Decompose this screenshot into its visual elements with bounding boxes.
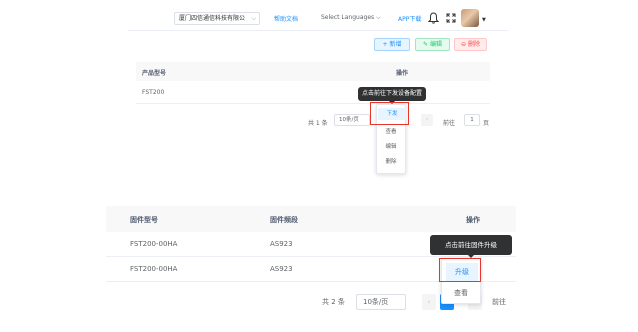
column-header-model: 产品型号 (142, 70, 167, 77)
delete-button[interactable]: ⊖ 删除 (454, 38, 487, 51)
cell-model: FST200 (142, 89, 165, 96)
table-row[interactable]: FST200 (136, 83, 490, 104)
column-header-actions: 操作 (396, 70, 409, 77)
pagination-total: 共 2 条 (322, 298, 345, 306)
chevron-down-icon: ⌵ (251, 15, 256, 22)
product-table-header: 产品型号 操作 (136, 62, 490, 81)
language-label: Select Languages (321, 14, 375, 21)
upgrade-tooltip: 点击前往固件升级 (430, 235, 512, 258)
language-select[interactable]: Select Languages ⌵ (321, 14, 381, 22)
column-header-actions: 操作 (466, 216, 480, 224)
avatar[interactable] (461, 9, 479, 27)
prev-page-button[interactable]: ‹ (422, 294, 436, 310)
menu-item-delete[interactable]: 删除 (377, 157, 405, 165)
cell-firmware-band: AS923 (270, 265, 293, 273)
company-select-value: 厦门四信通信科技有限公 (179, 15, 246, 22)
firmware-table-header: 固件型号 固件频段 操作 (106, 206, 516, 232)
top-header: 厦门四信通信科技有限公 ⌵ 帮助文档 Select Languages ⌵ AP… (128, 8, 508, 30)
company-select[interactable]: 厦门四信通信科技有限公 ⌵ (174, 12, 260, 25)
menu-item-view[interactable]: 查看 (377, 127, 405, 135)
next-page-button[interactable]: › (421, 114, 433, 126)
goto-label: 前往 (443, 120, 456, 127)
add-button[interactable]: + 新增 (374, 38, 410, 51)
page-size-select[interactable]: 10条/页 (334, 114, 370, 126)
page-size-value: 10条/页 (339, 117, 359, 123)
tooltip-text: 点击前往下发设备配置 (361, 90, 422, 97)
app-download-link[interactable]: APP下载 (398, 14, 421, 23)
page-size-select[interactable]: 10条/页 (356, 294, 406, 310)
menu-item-view[interactable]: 查看 (442, 288, 480, 298)
highlight-box (439, 258, 481, 282)
firmware-panel: 固件型号 固件频段 操作 FST200-00HA AS923 FST200-00… (106, 206, 516, 332)
cell-firmware-band: AS923 (270, 240, 293, 248)
menu-item-edit[interactable]: 编辑 (377, 142, 405, 150)
cell-firmware-model: FST200-00HA (130, 265, 178, 273)
column-header-firmware-model: 固件型号 (130, 216, 158, 224)
chevron-down-icon: ⌵ (376, 14, 381, 21)
pagination-total: 共 1 条 (308, 120, 328, 127)
caret-down-icon[interactable]: ▼ (482, 17, 486, 23)
bell-icon[interactable] (427, 12, 440, 24)
product-panel: 厦门四信通信科技有限公 ⌵ 帮助文档 Select Languages ⌵ AP… (128, 0, 508, 185)
page-suffix: 页 (483, 120, 490, 127)
edit-button[interactable]: ✎ 编辑 (415, 38, 450, 51)
cell-firmware-model: FST200-00HA (130, 240, 178, 248)
page-size-value: 10条/页 (363, 298, 389, 306)
tooltip-text: 点击前往固件升级 (445, 241, 497, 249)
tooltip-arrow (468, 255, 474, 258)
column-header-firmware-band: 固件频段 (270, 216, 298, 224)
fullscreen-icon[interactable] (446, 13, 456, 23)
goto-page-input[interactable]: 1 (464, 114, 480, 126)
help-docs-link[interactable]: 帮助文档 (274, 14, 298, 23)
dispatch-tooltip: 点击前往下发设备配置 (358, 87, 426, 104)
goto-label: 前往 (492, 298, 506, 306)
highlight-box (370, 102, 409, 125)
header-divider (128, 30, 508, 31)
